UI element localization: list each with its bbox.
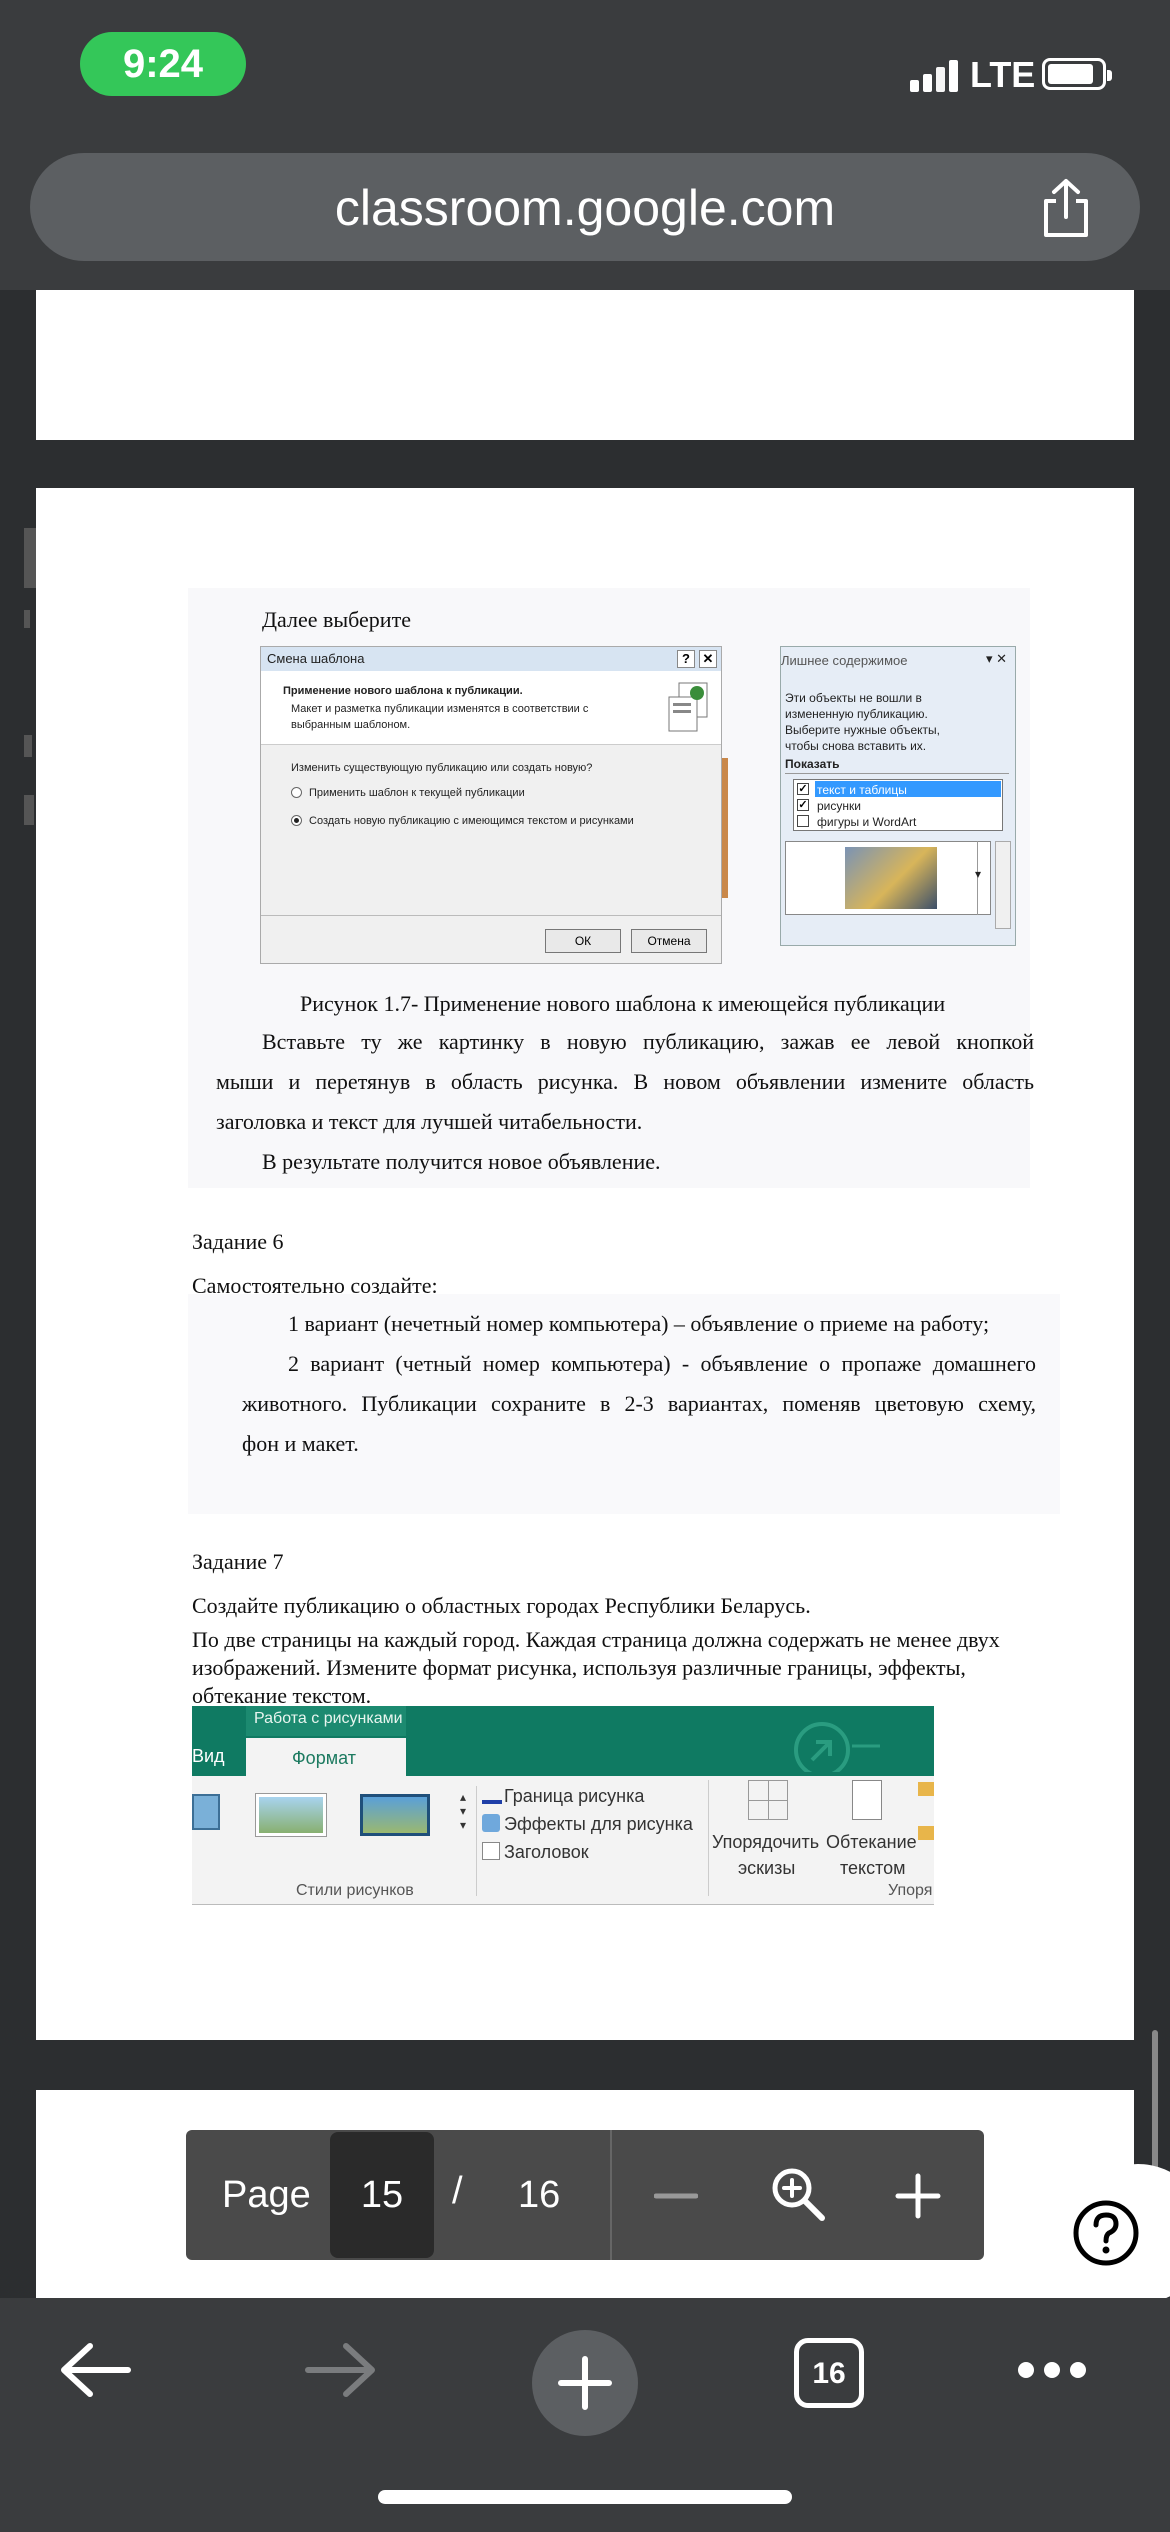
picture-border-label: Граница рисунка — [504, 1786, 645, 1806]
arrange-label-1: Упорядочить — [712, 1832, 820, 1852]
page-separator: / — [452, 2170, 463, 2212]
wrap-text-icon — [852, 1780, 882, 1820]
pane-option-1: текст и таблицы — [817, 783, 907, 797]
forward-arrow-icon[interactable] — [304, 2340, 378, 2400]
status-time: 9:24 — [80, 32, 246, 96]
radio-apply-label: Применить шаблон к текущей публикации — [309, 787, 525, 799]
tabs-count: 16 — [812, 2357, 846, 2390]
pane-text-2: измененную публикацию. — [785, 707, 928, 721]
dialog-heading: Применение нового шаблона к публикации. — [283, 685, 523, 697]
dialog-title: Смена шаблона — [261, 647, 721, 671]
network-type: LTE — [970, 54, 1036, 95]
plus-icon — [558, 2356, 612, 2410]
pane-title: Лишнее содержимое — [781, 653, 908, 668]
address-bar[interactable]: classroom.google.com — [30, 153, 1140, 261]
ribbon-image: Работа с рисунками Вид Формат ▴ ▾ ▾ Границ… — [192, 1706, 934, 1912]
radio-create-label: Создать новую публикацию с имеющимся тек… — [309, 815, 634, 827]
extra-content-pane-image: Лишнее содержимое ▾ ✕ Эти объекты не вош… — [780, 646, 1016, 946]
page-toolbar: Page 15 / 16 — [186, 2130, 984, 2260]
dialog-cancel-button: Отмена — [631, 929, 707, 953]
tab-view: Вид — [192, 1746, 225, 1766]
new-tab-button[interactable] — [532, 2330, 638, 2436]
paragraph-1-line-2: мыши и перетянув в область рисунка. В но… — [216, 1069, 1034, 1094]
page-label: Page — [222, 2174, 311, 2216]
thumbnail-image — [845, 847, 937, 909]
more-options-icon[interactable] — [1016, 2360, 1088, 2380]
close-icon: ✕ — [699, 650, 717, 668]
variant-2-line-1: 2 вариант (четный номер компьютера) - об… — [288, 1351, 1036, 1376]
task-7-line-1: Создайте публикацию о областных городах … — [192, 1593, 811, 1618]
variant-1: 1 вариант (нечетный номер компьютера) – … — [288, 1311, 990, 1336]
figure-caption: Рисунок 1.7- Применение нового шаблона к… — [300, 991, 946, 1016]
border-icon — [482, 1788, 502, 1804]
task-7-title: Задание 7 — [192, 1549, 284, 1574]
checkbox-shapes — [797, 815, 809, 827]
document-page: Далее выберите Смена шаблона ? ✕ Примене… — [36, 488, 1134, 2040]
variant-2-line-3: фон и макет. — [242, 1431, 359, 1456]
ribbon-context-label: Работа с рисунками — [254, 1710, 403, 1727]
zoom-out-button[interactable] — [654, 2174, 698, 2218]
arrange-thumbnails-icon — [748, 1780, 788, 1820]
checkbox-text-tables: ✓ — [797, 783, 809, 795]
dialog-question: Изменить существующую публикацию или соз… — [291, 762, 593, 774]
paragraph-2: В результате получится новое объявление. — [262, 1149, 661, 1174]
radio-create-new — [291, 815, 302, 826]
document-viewer[interactable]: Далее выберите Смена шаблона ? ✕ Примене… — [0, 290, 1170, 2298]
status-bar: 9:24 LTE — [0, 0, 1170, 140]
battery-icon — [1042, 58, 1112, 90]
caption-label: Заголовок — [504, 1842, 589, 1862]
dialog-desc-1: Макет и разметка публикации изменятся в … — [291, 703, 589, 715]
document-page-prev — [36, 290, 1134, 440]
radio-apply-template — [291, 787, 302, 798]
dialog-header: Применение нового шаблона к публикации. … — [261, 671, 721, 745]
pane-text-1: Эти объекты не вошли в — [785, 691, 922, 705]
wrap-label-2: текстом — [840, 1858, 906, 1878]
pane-text-3: Выберите нужные объекты, — [785, 723, 940, 737]
dialog-desc-2: выбранным шаблоном. — [291, 719, 411, 731]
template-icon — [668, 682, 708, 732]
pointer-decor-icon — [794, 1722, 880, 1772]
pane-text-4: чтобы снова вставить их. — [785, 739, 927, 753]
caption-icon — [482, 1842, 500, 1860]
total-pages: 16 — [518, 2174, 561, 2216]
wrap-label-1: Обтекание — [826, 1832, 917, 1852]
arrange-label-2: эскизы — [738, 1858, 796, 1878]
picture-effects-label: Эффекты для рисунка — [504, 1814, 693, 1834]
zoom-icon[interactable] — [770, 2166, 826, 2222]
dialog-ok-button: ОК — [545, 929, 621, 953]
variant-2-line-2: животного. Публикации сохраните в 2-3 ва… — [242, 1391, 1036, 1416]
zoom-in-button[interactable] — [894, 2172, 942, 2220]
checkbox-images: ✓ — [797, 799, 809, 811]
task-6-title: Задание 6 — [192, 1229, 284, 1254]
chevron-down-icon: ▾ — [975, 867, 982, 881]
help-icon[interactable] — [1071, 2198, 1141, 2268]
paragraph-1-line-1: Вставьте ту же картинку в новую публикац… — [262, 1029, 1034, 1054]
paragraph-1-line-3: заголовка и текст для лучшей читабельнос… — [216, 1109, 643, 1134]
gallery-scroll-icon: ▴ ▾ ▾ — [460, 1790, 467, 1832]
template-dialog-image: Смена шаблона ? ✕ Применение нового шабл… — [260, 646, 722, 964]
back-arrow-icon[interactable] — [58, 2340, 132, 2400]
share-icon[interactable] — [1036, 177, 1096, 239]
help-icon: ? — [677, 650, 695, 668]
pane-option-2: рисунки — [817, 799, 861, 813]
task-7-line-2: По две страницы на каждый город. Каждая … — [192, 1627, 1000, 1652]
pane-show-label: Показать — [785, 757, 840, 771]
tabs-button[interactable]: 16 — [794, 2338, 864, 2408]
page-number-input[interactable]: 15 — [330, 2132, 434, 2258]
intro-text: Далее выберите — [262, 607, 411, 632]
current-page[interactable]: 15 — [330, 2174, 434, 2217]
home-indicator — [378, 2490, 792, 2504]
url-text[interactable]: classroom.google.com — [30, 179, 1140, 237]
styles-group-label: Стили рисунков — [296, 1882, 414, 1899]
effects-icon — [482, 1814, 500, 1832]
image-edge — [722, 758, 728, 898]
cellular-signal-icon — [910, 58, 960, 92]
order-group-label: Упоря — [888, 1882, 933, 1899]
tab-format: Формат — [292, 1748, 356, 1768]
task-7-line-3: изображений. Измените формат рисунка, ис… — [192, 1655, 966, 1680]
pane-option-3: фигуры и WordArt — [817, 815, 917, 829]
pane-close-icon: ▾ ✕ — [985, 651, 1007, 666]
scrollbar[interactable] — [1152, 2030, 1158, 2180]
